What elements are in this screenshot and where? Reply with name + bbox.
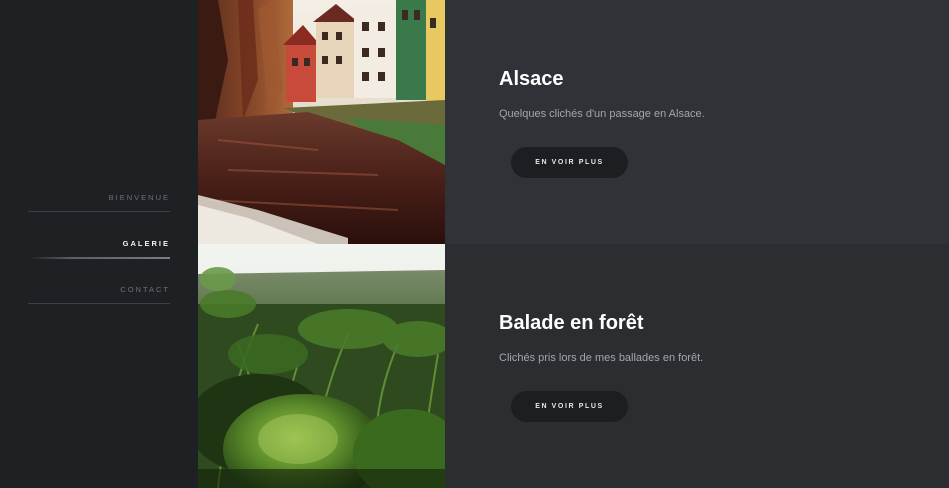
nav-item-label: GALERIE <box>122 239 170 248</box>
nav-item-contact[interactable]: CONTACT <box>28 277 170 323</box>
album-thumbnail-foret[interactable] <box>198 244 445 488</box>
nav-divider <box>28 211 170 212</box>
album-description: Clichés pris lors de mes ballades en for… <box>499 352 704 364</box>
see-more-button[interactable]: EN VOIR PLUS <box>511 391 628 422</box>
sidebar: BIENVENUE GALERIE CONTACT <box>0 0 198 488</box>
main-nav: BIENVENUE GALERIE CONTACT <box>28 185 170 323</box>
album-title: Balade en forêt <box>499 312 644 334</box>
album-thumbnail-alsace[interactable] <box>198 0 445 244</box>
album-row-alsace: Alsace Quelques clichés d'un passage en … <box>198 0 949 244</box>
see-more-button[interactable]: EN VOIR PLUS <box>511 147 628 178</box>
album-row-foret: Balade en forêt Clichés pris lors de mes… <box>198 244 949 488</box>
nav-item-bienvenue[interactable]: BIENVENUE <box>28 185 170 231</box>
forest-photo <box>198 244 445 488</box>
nav-item-galerie[interactable]: GALERIE <box>28 231 170 277</box>
nav-item-label: CONTACT <box>120 285 170 294</box>
nav-divider <box>28 303 170 304</box>
nav-item-label: BIENVENUE <box>108 193 170 202</box>
nav-active-indicator <box>28 257 170 259</box>
album-title: Alsace <box>499 68 564 90</box>
alsace-photo <box>198 0 445 244</box>
album-description: Quelques clichés d'un passage en Alsace. <box>499 108 705 120</box>
